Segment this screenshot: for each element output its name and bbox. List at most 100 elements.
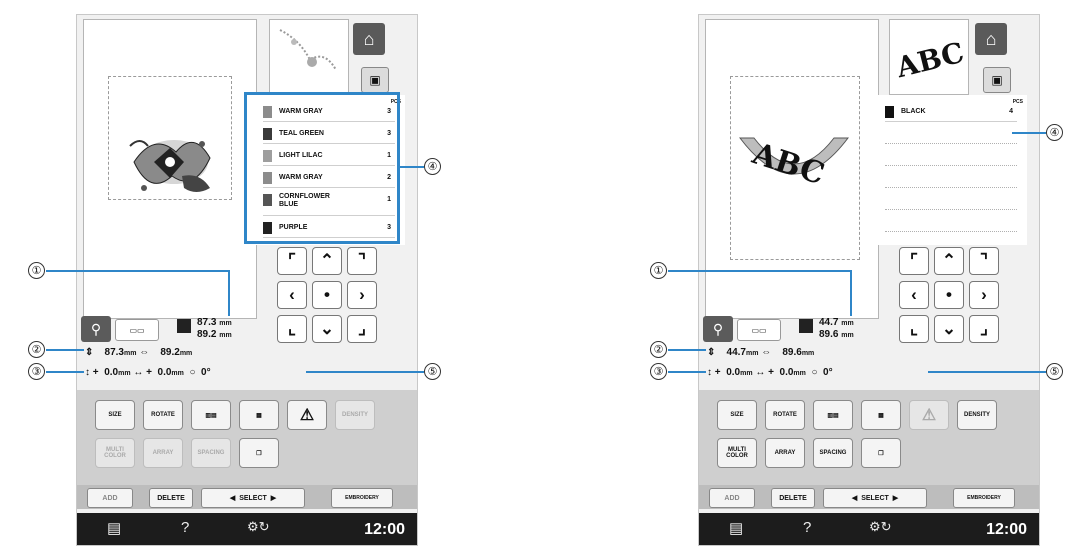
settings-icon[interactable]: ⚙↻ <box>869 519 892 535</box>
empty-row <box>885 165 1017 166</box>
select-next-icon[interactable]: ▶ <box>271 494 276 502</box>
callout-line <box>668 349 706 351</box>
mirror-button[interactable]: ▥▤ <box>191 400 231 430</box>
position-row: ↕ + 0.0mm ↔ + 0.0mm ○ 0° <box>85 367 211 378</box>
array-button[interactable]: ARRAY <box>143 438 183 468</box>
callout-2: ② <box>650 341 667 358</box>
frame-icon: ▭▭ <box>129 325 145 335</box>
spacing-button[interactable]: SPACING <box>191 438 231 468</box>
add-button[interactable]: ADD <box>709 488 755 508</box>
add-button[interactable]: ADD <box>87 488 133 508</box>
callout-line <box>928 371 1046 373</box>
move-up-left-button[interactable]: ⌜ <box>899 247 929 275</box>
spool-icon <box>885 106 894 118</box>
home-button[interactable]: ⌂ <box>975 23 1007 55</box>
embroidery-button[interactable]: EMBROIDERY <box>953 488 1015 508</box>
select-prev-icon[interactable]: ◀ <box>852 494 857 502</box>
flip-button[interactable]: ⚠ <box>287 400 327 430</box>
mirror-image-icon: ▥▤ <box>827 412 839 419</box>
move-down-right-button[interactable]: ⌟ <box>969 315 999 343</box>
move-right-button[interactable]: › <box>347 281 377 309</box>
move-down-left-button[interactable]: ⌞ <box>899 315 929 343</box>
clock: 12:00 <box>364 521 405 538</box>
height-icon: ⇕ <box>85 347 94 358</box>
border-button[interactable]: ▦ <box>861 400 901 430</box>
document-icon[interactable]: ▤ <box>107 519 121 537</box>
design-text: ABC <box>747 136 828 192</box>
thread-color-list: PCS BLACK 4 <box>877 95 1027 245</box>
needle-position-button[interactable]: ⚲ <box>81 316 111 342</box>
horizontal-offset-icon: ↔ <box>755 367 766 378</box>
needle-position-button[interactable]: ⚲ <box>703 316 733 342</box>
delete-button[interactable]: DELETE <box>771 488 815 508</box>
mirror-button[interactable]: ▥▤ <box>813 400 853 430</box>
center-button[interactable]: • <box>934 281 964 309</box>
thread-list-highlight <box>244 92 400 244</box>
select-prev-icon[interactable]: ◀ <box>230 494 235 502</box>
view-button[interactable]: ▣ <box>983 67 1011 93</box>
pattern-display-area <box>83 19 257 319</box>
multi-color-button[interactable]: MULTI COLOR <box>717 438 757 468</box>
frame-view-button[interactable]: ▭▭ <box>115 319 159 341</box>
rotate-angle-icon: ○ <box>811 367 818 378</box>
embroidery-button[interactable]: EMBROIDERY <box>331 488 393 508</box>
help-icon[interactable]: ? <box>181 519 189 536</box>
callout-2: ② <box>28 341 45 358</box>
angle-value: 0° <box>201 367 211 378</box>
density-button[interactable]: DENSITY <box>335 400 375 430</box>
duplicate-button[interactable]: ❐ <box>239 438 279 468</box>
floral-design-image[interactable] <box>124 122 220 210</box>
vertical-offset-icon: ↕ <box>707 367 712 378</box>
move-down-right-button[interactable]: ⌟ <box>347 315 377 343</box>
pin-icon: ⚲ <box>90 320 102 337</box>
delete-button[interactable]: DELETE <box>149 488 193 508</box>
select-next-icon[interactable]: ▶ <box>893 494 898 502</box>
move-left-button[interactable]: ‹ <box>277 281 307 309</box>
settings-icon[interactable]: ⚙↻ <box>247 519 270 535</box>
move-down-left-button[interactable]: ⌞ <box>277 315 307 343</box>
callout-3: ③ <box>650 363 667 380</box>
home-icon: ⌂ <box>363 28 375 49</box>
multi-color-button[interactable]: MULTI COLOR <box>95 438 135 468</box>
function-panel: SIZE ROTATE ▥▤ ▦ ⚠ DENSITY MULTI COLOR A… <box>77 390 417 485</box>
pattern-display-area: ABC <box>705 19 879 319</box>
move-down-button[interactable]: ⌄ <box>934 315 964 343</box>
move-up-right-button[interactable]: ⌝ <box>969 247 999 275</box>
size-row: ⇕ 44.7mm ⇔ 89.6mm <box>707 347 815 358</box>
size-button[interactable]: SIZE <box>95 400 135 430</box>
size-button[interactable]: SIZE <box>717 400 757 430</box>
help-icon[interactable]: ? <box>803 519 811 536</box>
thread-name: BLACK <box>901 108 926 115</box>
move-up-button[interactable]: ⌃ <box>934 247 964 275</box>
spacing-button[interactable]: SPACING <box>813 438 853 468</box>
flip-button[interactable]: ⚠ <box>909 400 949 430</box>
move-up-left-button[interactable]: ⌜ <box>277 247 307 275</box>
move-up-right-button[interactable]: ⌝ <box>347 247 377 275</box>
border-button[interactable]: ▦ <box>239 400 279 430</box>
select-control[interactable]: ◀ SELECT ▶ <box>823 488 927 508</box>
size-row: ⇕ 87.3mm ⇔ 89.2mm <box>85 347 193 358</box>
duplicate-button[interactable]: ❐ <box>861 438 901 468</box>
frame-view-button[interactable]: ▭▭ <box>737 319 781 341</box>
density-button[interactable]: DENSITY <box>957 400 997 430</box>
view-button[interactable]: ▣ <box>361 67 389 93</box>
abc-design-image[interactable]: ABC <box>734 120 854 200</box>
rotate-angle-icon: ○ <box>189 367 196 378</box>
document-icon[interactable]: ▤ <box>729 519 743 537</box>
pattern-size-icon <box>177 319 191 333</box>
callout-line <box>46 349 84 351</box>
center-button[interactable]: • <box>312 281 342 309</box>
rotate-button[interactable]: ROTATE <box>765 400 805 430</box>
thumbnail-text: ABC <box>892 36 967 85</box>
duplicate-icon: ❐ <box>878 450 884 457</box>
select-control[interactable]: ◀ SELECT ▶ <box>201 488 305 508</box>
pattern-width: 87.3 mm <box>197 317 232 328</box>
pattern-height: 89.2 mm <box>197 329 232 340</box>
move-up-button[interactable]: ⌃ <box>312 247 342 275</box>
move-right-button[interactable]: › <box>969 281 999 309</box>
move-left-button[interactable]: ‹ <box>899 281 929 309</box>
array-button[interactable]: ARRAY <box>765 438 805 468</box>
home-button[interactable]: ⌂ <box>353 23 385 55</box>
rotate-button[interactable]: ROTATE <box>143 400 183 430</box>
move-down-button[interactable]: ⌄ <box>312 315 342 343</box>
